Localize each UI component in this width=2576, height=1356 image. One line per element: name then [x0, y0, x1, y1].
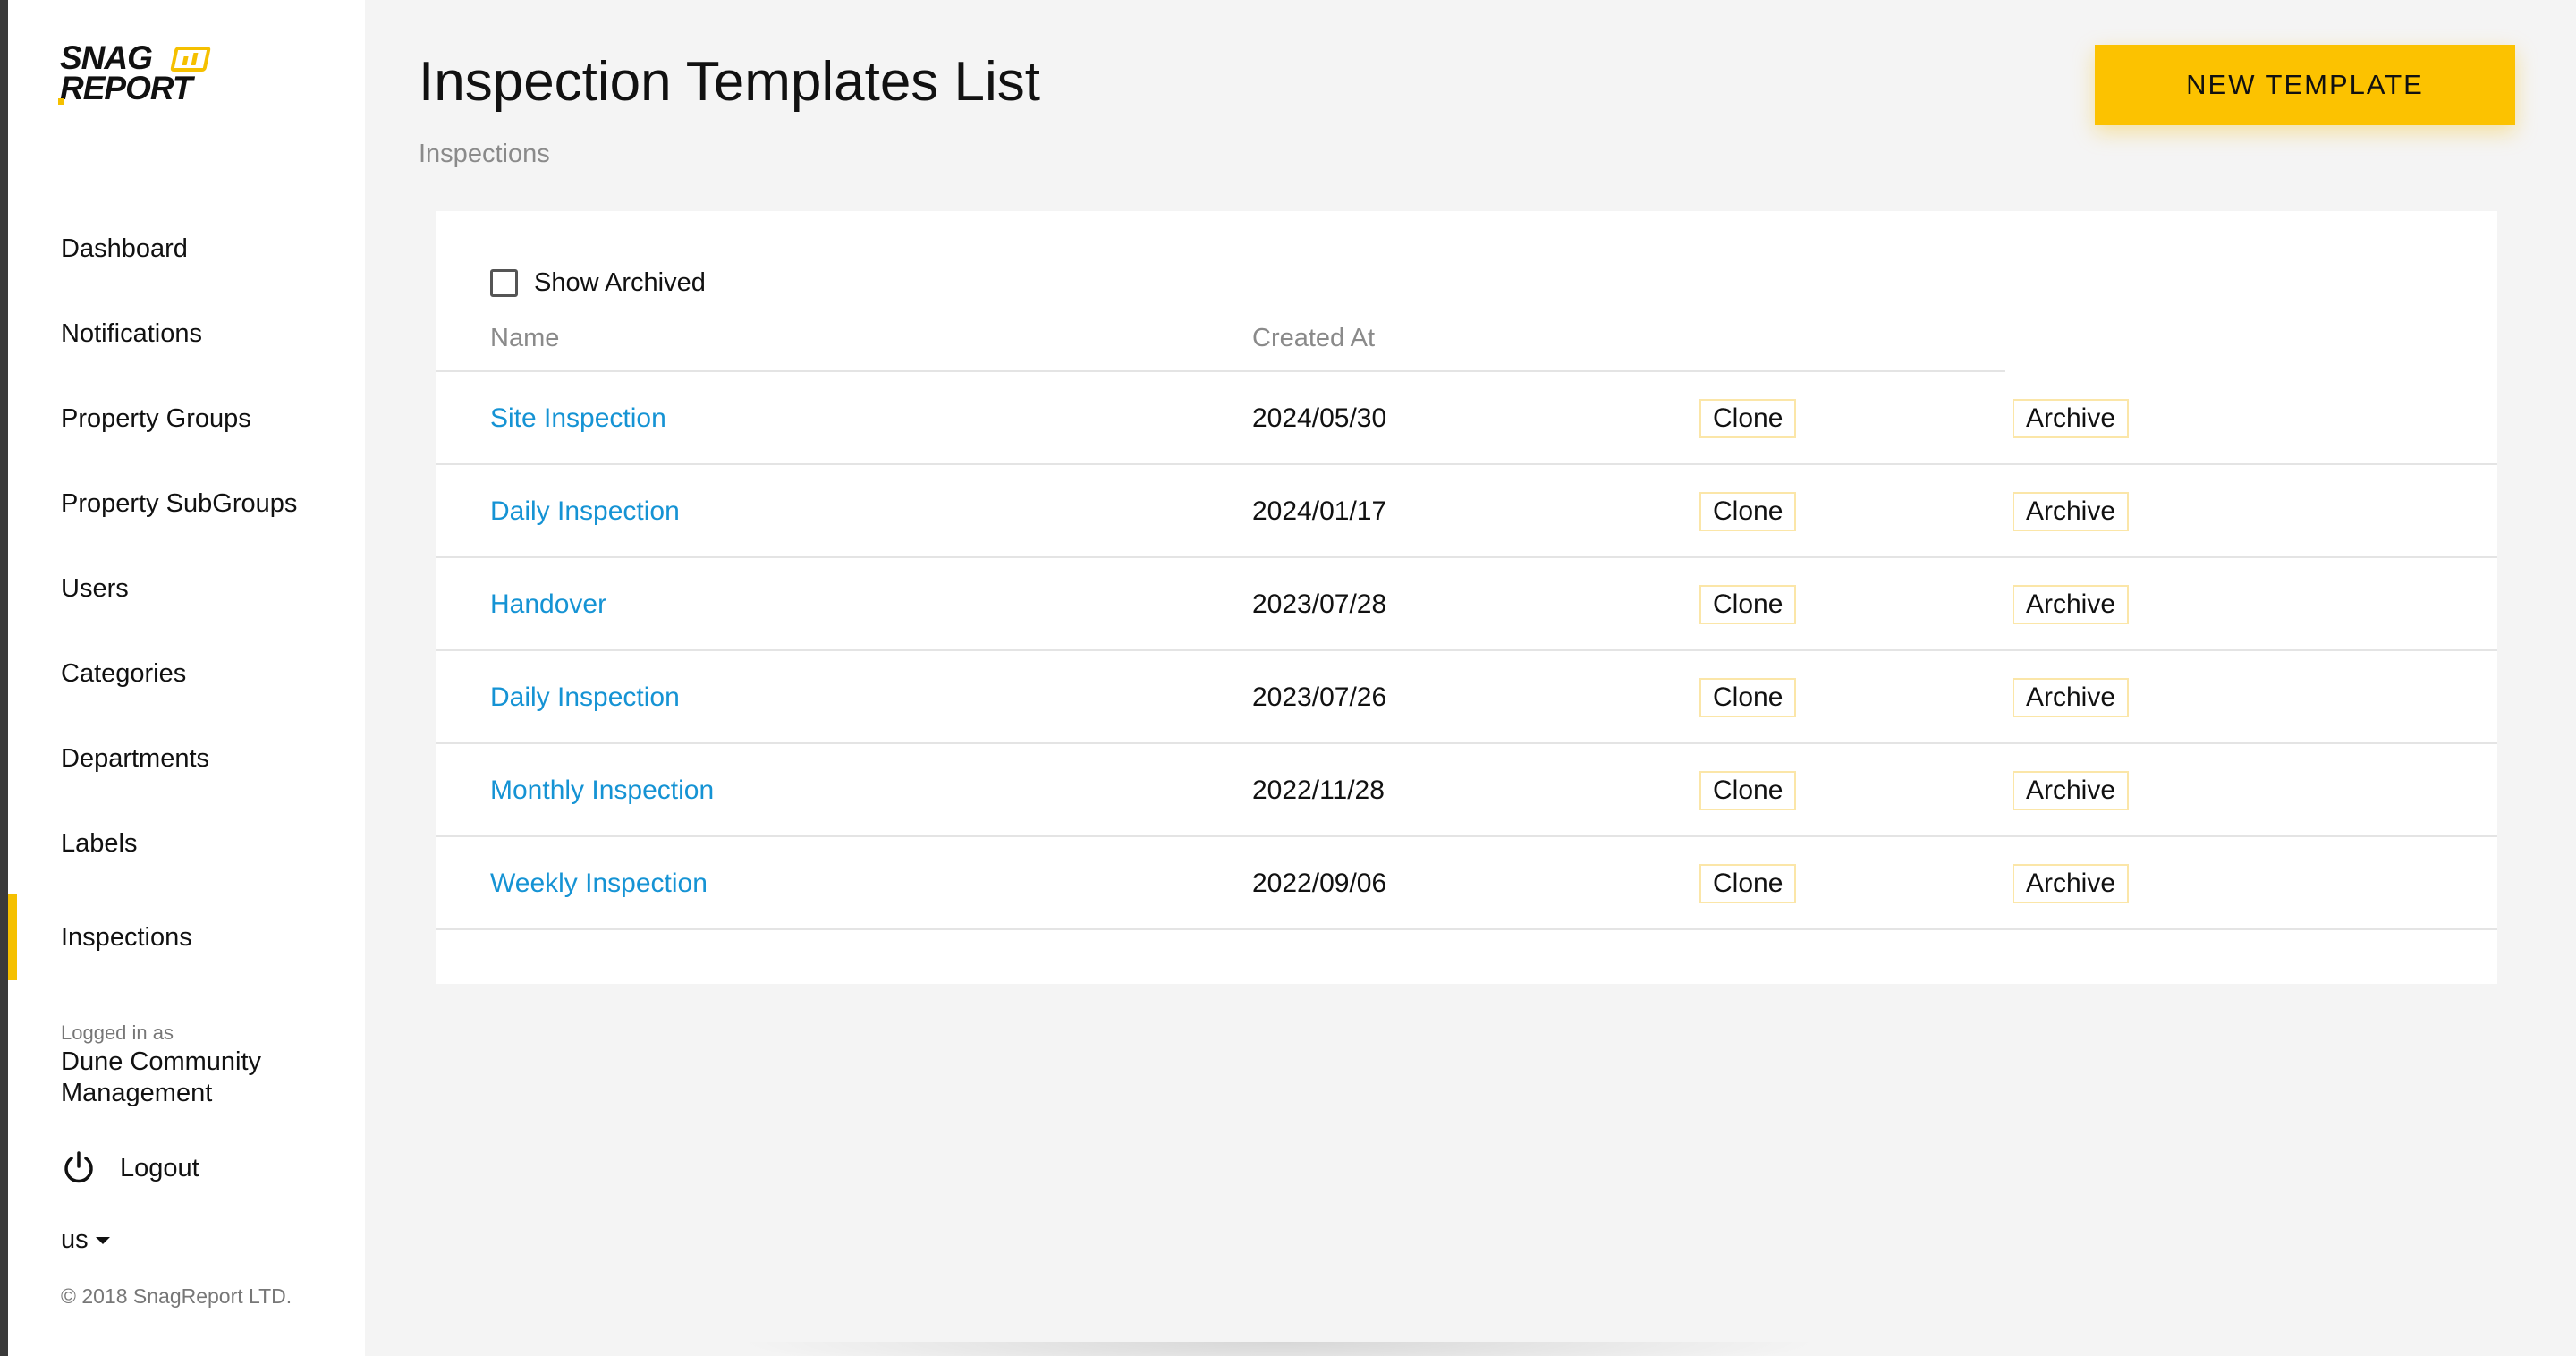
sidebar-item-dashboard[interactable]: Dashboard [8, 215, 365, 283]
created-at-cell: 2023/07/26 [1252, 682, 1387, 712]
templates-card: Show Archived Name Created At Site Inspe… [436, 211, 2497, 984]
clone-button[interactable]: Clone [1699, 585, 1797, 624]
template-name-link[interactable]: Monthly Inspection [490, 744, 714, 837]
sidebar-item-users[interactable]: Users [8, 555, 365, 623]
table-row: Site Inspection 2024/05/30 Clone Archive [436, 372, 2497, 465]
template-name-link[interactable]: Weekly Inspection [490, 837, 708, 930]
sidebar-item-label: Departments [61, 743, 210, 773]
logout-button[interactable]: Logout [61, 1148, 199, 1188]
chart-icon [170, 47, 211, 72]
template-name-link[interactable]: Site Inspection [490, 372, 666, 465]
created-at-cell: 2024/05/30 [1252, 403, 1387, 433]
show-archived-checkbox[interactable] [490, 269, 518, 297]
logo-accent [58, 98, 64, 105]
archive-button[interactable]: Archive [2012, 864, 2130, 903]
archive-button[interactable]: Archive [2012, 771, 2130, 810]
show-archived-toggle[interactable]: Show Archived [490, 268, 706, 298]
copyright: © 2018 SnagReport LTD. [61, 1284, 292, 1308]
archive-button[interactable]: Archive [2012, 399, 2130, 438]
sidebar-item-inspections[interactable]: Inspections [8, 894, 365, 980]
archive-button[interactable]: Archive [2012, 585, 2130, 624]
table-row: Daily Inspection 2024/01/17 Clone Archiv… [436, 465, 2497, 558]
clone-button[interactable]: Clone [1699, 399, 1797, 438]
clone-button[interactable]: Clone [1699, 864, 1797, 903]
logged-in-name: Dune Community Management [61, 1047, 262, 1107]
power-icon [64, 1151, 93, 1183]
sidebar-item-departments[interactable]: Departments [8, 725, 365, 792]
sidebar-item-label: Notifications [61, 318, 202, 348]
window-frame [0, 0, 8, 1356]
snagreport-logo[interactable]: SNAG REPORT [58, 41, 221, 114]
language-label: us [61, 1225, 89, 1254]
sidebar-item-property-groups[interactable]: Property Groups [8, 385, 365, 453]
archive-button[interactable]: Archive [2012, 492, 2130, 531]
page-title: Inspection Templates List [419, 51, 1041, 113]
sidebar-item-label: Labels [61, 828, 138, 858]
template-name-link[interactable]: Handover [490, 558, 606, 651]
sidebar-item-label: Property SubGroups [61, 488, 298, 518]
created-at-cell: 2022/11/28 [1252, 775, 1385, 805]
created-at-cell: 2024/01/17 [1252, 496, 1387, 526]
archive-button[interactable]: Archive [2012, 678, 2130, 717]
table-row: Monthly Inspection 2022/11/28 Clone Arch… [436, 744, 2497, 837]
logout-label: Logout [120, 1153, 199, 1182]
sidebar-item-label: Inspections [61, 922, 192, 952]
logged-in-label: Logged in as [61, 1021, 174, 1044]
sidebar: SNAG REPORT Dashboard Notifications Prop… [8, 0, 365, 1356]
show-archived-label: Show Archived [534, 268, 706, 297]
caret-down-icon [95, 1236, 110, 1244]
table-row: Handover 2023/07/28 Clone Archive [436, 558, 2497, 651]
sidebar-item-notifications[interactable]: Notifications [8, 300, 365, 368]
language-selector[interactable]: us [61, 1225, 110, 1255]
created-at-cell: 2023/07/28 [1252, 589, 1387, 619]
created-at-cell: 2022/09/06 [1252, 869, 1387, 898]
clone-button[interactable]: Clone [1699, 771, 1797, 810]
sidebar-item-label: Users [61, 573, 129, 603]
logo-wordmark: SNAG REPORT [60, 41, 193, 105]
clone-button[interactable]: Clone [1699, 492, 1797, 531]
logo-line2: REPORT [60, 70, 193, 106]
sidebar-item-labels[interactable]: Labels [8, 809, 365, 877]
template-name-link[interactable]: Daily Inspection [490, 465, 680, 558]
table-row: Daily Inspection 2023/07/26 Clone Archiv… [436, 651, 2497, 744]
sidebar-item-label: Categories [61, 658, 187, 688]
sidebar-item-label: Dashboard [61, 233, 188, 263]
new-template-button[interactable]: NEW TEMPLATE [2095, 45, 2515, 125]
breadcrumb[interactable]: Inspections [419, 140, 550, 169]
sidebar-item-categories[interactable]: Categories [8, 640, 365, 708]
template-name-link[interactable]: Daily Inspection [490, 651, 680, 744]
clone-button[interactable]: Clone [1699, 678, 1797, 717]
sidebar-item-label: Property Groups [61, 403, 251, 433]
column-header-name: Name [490, 324, 560, 352]
table-row: Weekly Inspection 2022/09/06 Clone Archi… [436, 837, 2497, 930]
sidebar-item-property-subgroups[interactable]: Property SubGroups [8, 470, 365, 538]
bottom-shadow [733, 1342, 1825, 1356]
column-header-created-at: Created At [1252, 324, 1376, 352]
